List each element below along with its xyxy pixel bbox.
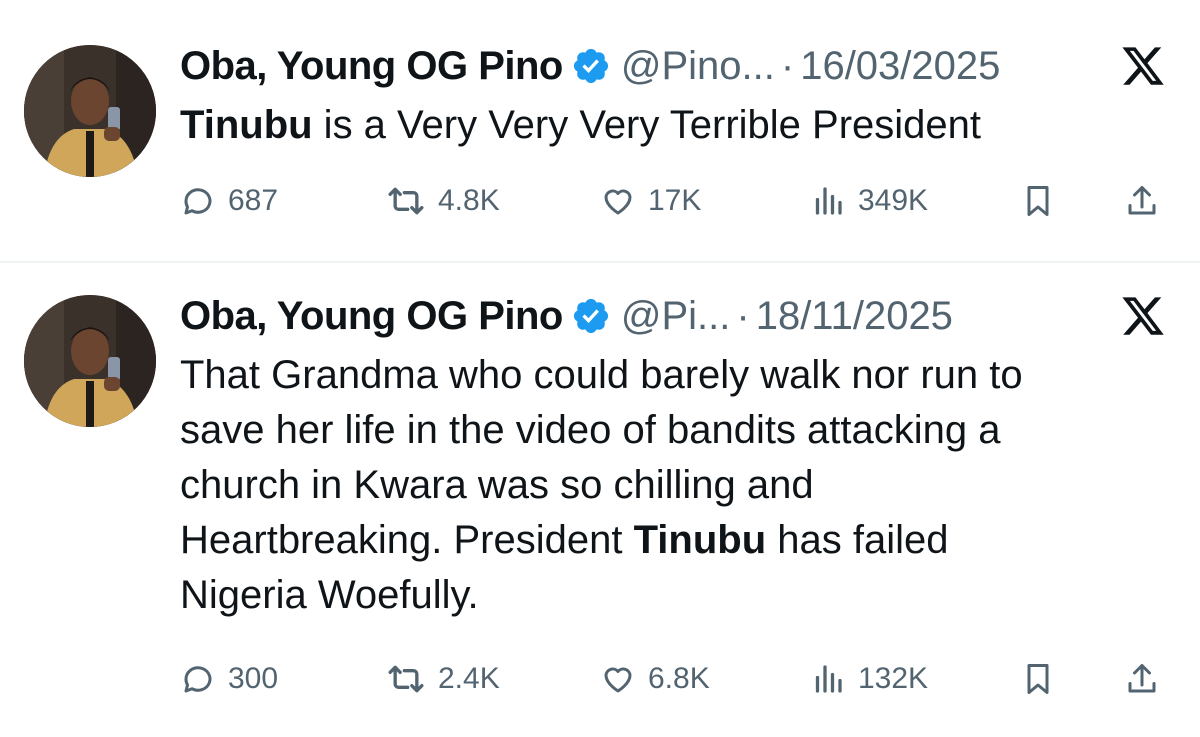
verified-badge-icon: [571, 296, 611, 336]
like-icon: [604, 189, 632, 215]
tweet-text-line: Nigeria Woefully.: [180, 573, 479, 617]
author-handle[interactable]: @Pi...: [621, 294, 731, 339]
views-icon: [815, 187, 842, 215]
repost-button[interactable]: 4.8K: [386, 179, 500, 223]
like-count: 6.8K: [648, 662, 710, 695]
tweet-text-bold: Tinubu: [180, 103, 313, 147]
repost-icon: [388, 665, 424, 693]
separator-dot: ·: [736, 293, 750, 338]
verified-badge-icon: [571, 46, 611, 86]
tweet-header: Oba, Young OG Pino @Pino... · 16/03/2025: [180, 40, 1176, 92]
bookmark-button[interactable]: [1020, 179, 1056, 223]
action-bar: 300 2.4K 6.8K 132K: [180, 657, 1180, 701]
tweet-date[interactable]: 18/11/2025: [756, 294, 953, 339]
x-logo-icon: [1120, 293, 1166, 339]
reply-button[interactable]: 300: [180, 657, 278, 701]
separator-dot: ·: [780, 43, 795, 88]
bookmark-button[interactable]: [1020, 657, 1056, 701]
share-button[interactable]: [1124, 179, 1160, 223]
views-count: 349K: [858, 184, 929, 217]
reply-icon: [184, 188, 212, 215]
repost-count: 2.4K: [438, 662, 500, 695]
like-count: 17K: [648, 184, 702, 217]
tweet-text: That Grandma who could barely walk nor r…: [180, 348, 1140, 623]
tweet-date[interactable]: 16/03/2025: [800, 44, 1000, 89]
bookmark-icon: [1027, 664, 1049, 694]
author-name[interactable]: Oba, Young OG Pino: [180, 294, 563, 339]
avatar[interactable]: [24, 45, 156, 177]
views-count: 132K: [858, 662, 929, 695]
author-name[interactable]: Oba, Young OG Pino: [180, 44, 563, 89]
share-icon: [1128, 186, 1156, 215]
tweet-text-segment: Heartbreaking. President: [180, 518, 634, 562]
avatar[interactable]: [24, 295, 156, 427]
tweet-text-bold: Tinubu: [633, 518, 767, 562]
repost-icon: [388, 187, 424, 215]
like-icon: [604, 667, 632, 693]
bookmark-icon: [1027, 186, 1049, 216]
like-button[interactable]: 17K: [600, 179, 701, 223]
author-handle[interactable]: @Pino...: [621, 44, 775, 89]
tweet-text-rest: is a Very Very Very Terrible President: [312, 103, 982, 147]
views-icon: [815, 665, 842, 693]
tweet-text-segment: has failed: [766, 518, 949, 562]
action-bar: 687 4.8K 17K 349K: [180, 179, 1180, 223]
share-button[interactable]: [1124, 657, 1160, 701]
reply-count: 300: [228, 662, 279, 695]
reply-count: 687: [228, 184, 279, 217]
repost-count: 4.8K: [438, 184, 500, 217]
tweet-text-line: save her life in the video of bandits at…: [180, 408, 1001, 452]
tweet-text-line: church in Kwara was so chilling and: [180, 463, 814, 507]
tweet-text-line: That Grandma who could barely walk nor r…: [180, 353, 1023, 397]
repost-button[interactable]: 2.4K: [386, 657, 500, 701]
views-button[interactable]: 349K: [810, 179, 928, 223]
tweet-card[interactable]: Oba, Young OG Pino @Pi... · 18/11/2025 T…: [0, 262, 1200, 737]
tweet-card[interactable]: Oba, Young OG Pino @Pino... · 16/03/2025…: [0, 0, 1200, 262]
views-button[interactable]: 132K: [810, 657, 928, 701]
like-button[interactable]: 6.8K: [600, 657, 710, 701]
tweet-text: Tinubu is a Very Very Very Terrible Pres…: [180, 98, 1140, 153]
reply-icon: [184, 666, 212, 693]
reply-button[interactable]: 687: [180, 179, 278, 223]
x-logo-icon: [1120, 43, 1166, 89]
tweet-header: Oba, Young OG Pino @Pi... · 18/11/2025: [180, 290, 1176, 342]
tweet-text-line: Heartbreaking. President Tinubu has fail…: [180, 513, 1140, 568]
share-icon: [1128, 664, 1156, 693]
